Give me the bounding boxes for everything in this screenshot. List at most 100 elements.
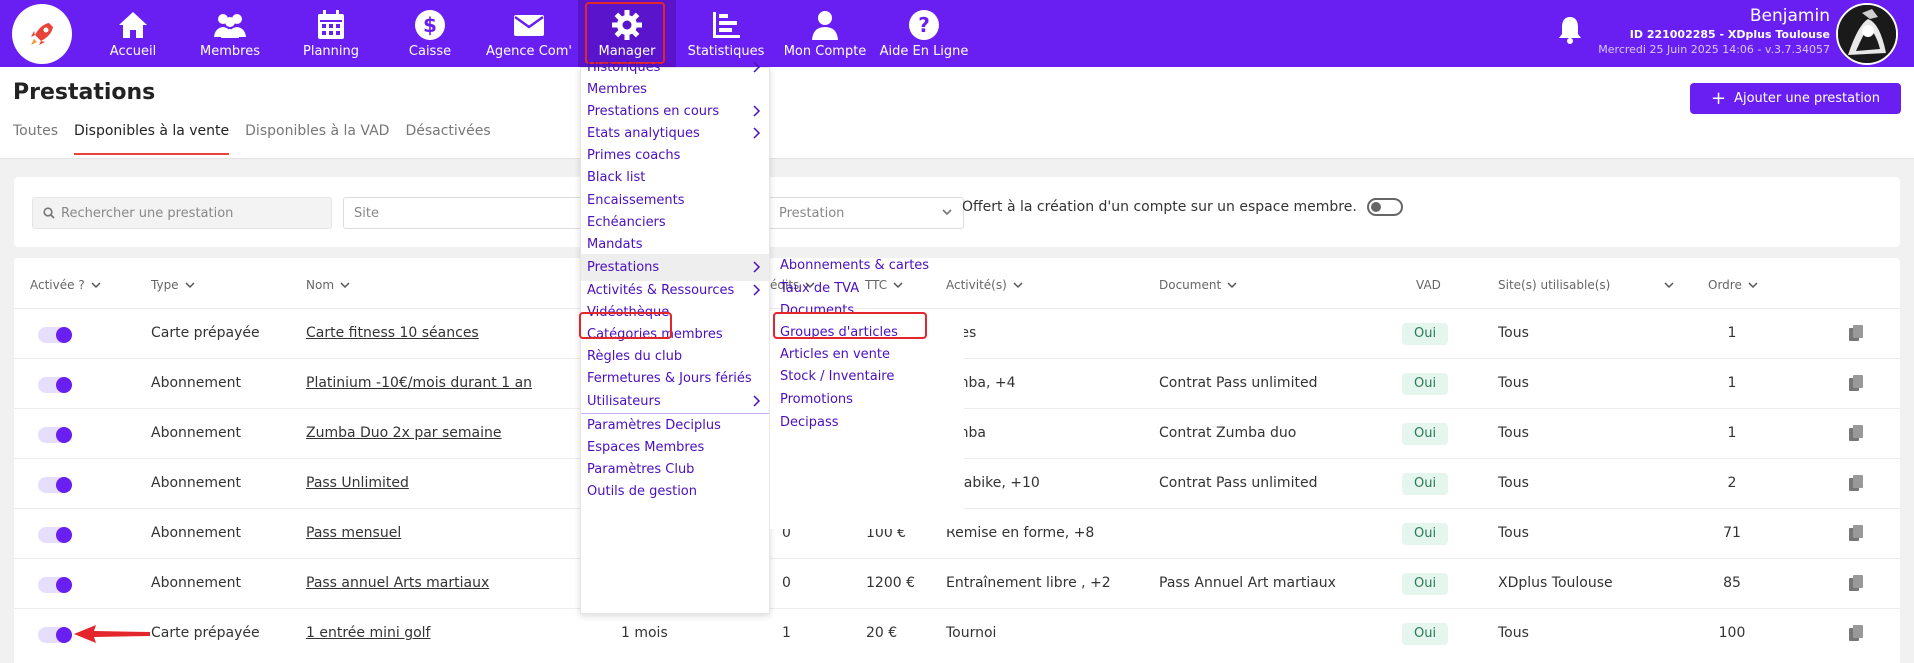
- cell-sites: Tous: [1498, 475, 1529, 491]
- abonnements-highlight-box: [773, 312, 927, 339]
- header-type-label: Type: [151, 278, 179, 292]
- user-name: Benjamin: [1749, 6, 1830, 26]
- header-ttc[interactable]: TTC: [865, 278, 903, 292]
- header-ttc-label: TTC: [865, 278, 888, 292]
- header-nom[interactable]: Nom: [306, 278, 350, 292]
- menu-item[interactable]: Utilisateurs: [581, 388, 769, 415]
- user-info[interactable]: Benjamin ID 221002285 - XDplus Toulouse …: [1598, 6, 1830, 56]
- bell-icon[interactable]: [1556, 14, 1584, 46]
- user-id: ID 221002285 - XDplus Toulouse: [1629, 28, 1830, 41]
- chevron-right-icon: [753, 105, 761, 117]
- nav-planning[interactable]: Planning: [303, 0, 359, 67]
- avatar-image: [1838, 5, 1896, 63]
- tab-toutes[interactable]: Toutes: [13, 123, 58, 155]
- copy-icon[interactable]: [1848, 524, 1864, 542]
- submenu-item[interactable]: Abonnements & cartes: [780, 258, 929, 273]
- submenu-item[interactable]: Promotions: [780, 392, 853, 407]
- copy-icon[interactable]: [1848, 574, 1864, 592]
- cell-sites: Tous: [1498, 325, 1529, 341]
- active-toggle[interactable]: [38, 627, 72, 643]
- search-input[interactable]: Rechercher une prestation: [32, 197, 332, 229]
- copy-icon[interactable]: [1848, 474, 1864, 492]
- cell-ordre: 1: [1727, 375, 1737, 391]
- copy-icon[interactable]: [1848, 424, 1864, 442]
- prestations-submenu: Abonnements & cartes Taux de TVA Documents…: [770, 258, 964, 529]
- cell-ordre: 100: [1718, 625, 1746, 641]
- add-prestation-button[interactable]: + Ajouter une prestation: [1690, 83, 1901, 114]
- cell-nom[interactable]: Zumba Duo 2x par semaine: [306, 425, 502, 441]
- vad-badge: Oui: [1402, 523, 1449, 545]
- prestation-select[interactable]: Prestation: [754, 197, 964, 229]
- copy-icon[interactable]: [1848, 324, 1864, 342]
- user-date: Mercredi 25 Juin 2025 14:06 - v.3.7.3405…: [1598, 43, 1830, 56]
- cell-type: Abonnement: [151, 525, 242, 541]
- header-activites[interactable]: Activité(s): [946, 278, 1023, 292]
- cell-credits: 1: [782, 625, 791, 641]
- vad-badge: Oui: [1402, 373, 1449, 395]
- avatar[interactable]: [1836, 3, 1898, 65]
- tab-disponibles-vad[interactable]: Disponibles à la VAD: [245, 123, 389, 155]
- vad-badge: Oui: [1402, 473, 1449, 495]
- menu-item[interactable]: Outils de gestion: [581, 478, 769, 505]
- cell-nom[interactable]: Pass Unlimited: [306, 475, 409, 491]
- site-select[interactable]: Site: [343, 197, 593, 229]
- nav-caisse[interactable]: $ Caisse: [409, 0, 451, 67]
- nav-mon-compte[interactable]: Mon Compte: [784, 0, 866, 67]
- nav-label: Agence Com': [486, 44, 572, 59]
- submenu-item[interactable]: Decipass: [780, 415, 839, 430]
- cell-nom[interactable]: Pass annuel Arts martiaux: [306, 575, 489, 591]
- active-toggle[interactable]: [38, 477, 72, 493]
- nav-label: Accueil: [109, 44, 157, 59]
- nav-agence-com[interactable]: Agence Com': [486, 0, 572, 67]
- header-document[interactable]: Document: [1159, 278, 1237, 292]
- menu-item-label: Black list: [587, 170, 646, 185]
- active-toggle[interactable]: [38, 577, 72, 593]
- chevron-down-icon: [340, 282, 350, 289]
- active-toggle[interactable]: [38, 377, 72, 393]
- header-type[interactable]: Type: [151, 278, 195, 292]
- header-sites[interactable]: Site(s) utilisable(s): [1498, 278, 1674, 292]
- nav-accueil[interactable]: Accueil: [107, 0, 159, 67]
- cell-sites: Tous: [1498, 525, 1529, 541]
- chevron-right-icon: [753, 284, 761, 296]
- vad-badge: Oui: [1402, 423, 1449, 445]
- copy-icon[interactable]: [1848, 374, 1864, 392]
- submenu-item[interactable]: Taux de TVA: [780, 281, 859, 296]
- cell-nom[interactable]: 1 entrée mini golf: [306, 625, 430, 641]
- offert-option: Offert à la création d'un compte sur un …: [962, 198, 1403, 216]
- submenu-item[interactable]: Articles en vente: [780, 347, 890, 362]
- copy-icon[interactable]: [1848, 624, 1864, 642]
- menu-item-label: Etats analytiques: [587, 126, 700, 141]
- menu-item-label: Membres: [587, 82, 647, 97]
- tab-desactivees[interactable]: Désactivées: [405, 123, 490, 155]
- chevron-right-icon: [753, 61, 761, 73]
- header-activee[interactable]: Activée ?: [30, 278, 101, 292]
- header-ordre[interactable]: Ordre: [1708, 278, 1758, 292]
- active-toggle[interactable]: [38, 527, 72, 543]
- offert-toggle[interactable]: [1366, 198, 1403, 216]
- prestation-placeholder: Prestation: [779, 205, 845, 221]
- cell-nom[interactable]: Carte fitness 10 séances: [306, 325, 479, 341]
- menu-item-label: Prestations: [587, 260, 660, 275]
- cell-type: Carte prépayée: [151, 625, 260, 641]
- nav-aide-en-ligne[interactable]: ? Aide En Ligne: [880, 0, 968, 67]
- cell-ordre: 2: [1727, 475, 1737, 491]
- chevron-down-icon: [893, 282, 903, 289]
- active-toggle[interactable]: [38, 327, 72, 343]
- menu-item-label: Paramètres Club: [587, 462, 695, 477]
- nav-label: Membres: [200, 44, 260, 59]
- active-toggle[interactable]: [38, 427, 72, 443]
- filter-panel: Rechercher une prestation Site Prestatio…: [14, 177, 1900, 247]
- submenu-item[interactable]: Stock / Inventaire: [780, 369, 894, 384]
- tab-disponibles-vente[interactable]: Disponibles à la vente: [74, 123, 230, 155]
- nav-membres[interactable]: Membres: [199, 0, 261, 67]
- cell-nom[interactable]: Pass mensuel: [306, 525, 401, 541]
- app-logo[interactable]: [12, 4, 72, 64]
- cell-activites: Remise en forme, +8: [946, 525, 1095, 541]
- cell-nom[interactable]: Platinium -10€/mois durant 1 an: [306, 375, 532, 391]
- menu-item-label: Echéanciers: [587, 215, 666, 230]
- header-nom-label: Nom: [306, 278, 335, 292]
- menu-item-label: Fermetures & Jours fériés: [587, 371, 752, 386]
- vad-badge: Oui: [1402, 623, 1449, 645]
- chevron-down-icon: [1748, 282, 1758, 289]
